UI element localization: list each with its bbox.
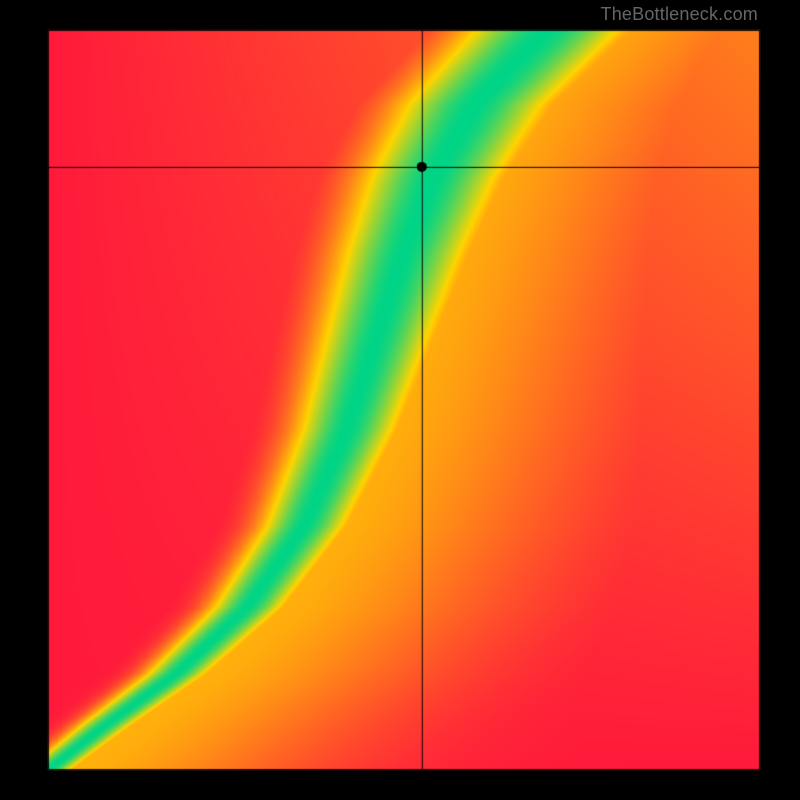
crosshair-overlay	[0, 0, 800, 800]
